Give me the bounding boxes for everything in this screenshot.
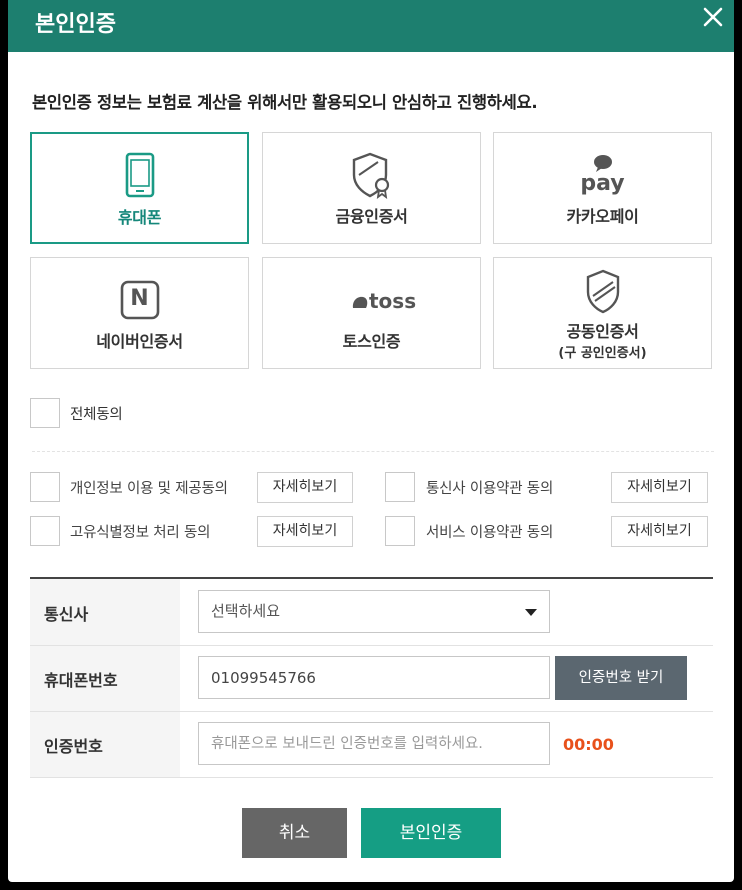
countdown-timer: 00:00: [563, 735, 614, 754]
carrier-terms-detail-button[interactable]: 자세히보기: [611, 472, 708, 503]
dialog-header: 본인인증: [8, 0, 734, 52]
agree-unique-id-label: 고유식별정보 처리 동의: [70, 525, 211, 541]
phone-label: 휴대폰번호: [44, 671, 118, 690]
dialog-title: 본인인증: [35, 12, 116, 37]
method-toss[interactable]: toss 토스인증: [262, 257, 481, 369]
shield-icon: [586, 269, 619, 314]
method-label: 공동인증서: [566, 322, 639, 341]
chevron-down-icon: [525, 609, 537, 616]
agree-service-terms-label: 서비스 이용약관 동의: [426, 525, 554, 541]
method-kakaopay[interactable]: pay 카카오페이: [493, 132, 712, 244]
toss-icon-text: toss: [369, 289, 417, 313]
divider: [32, 451, 714, 452]
agree-all-label: 전체동의: [70, 407, 123, 423]
verify-button[interactable]: 본인인증: [361, 808, 501, 858]
method-mobile[interactable]: 휴대폰: [30, 132, 249, 244]
method-label: 휴대폰: [117, 208, 162, 227]
phone-input[interactable]: [198, 656, 550, 699]
unique-id-detail-button[interactable]: 자세히보기: [257, 516, 353, 547]
method-financial-certificate[interactable]: 금융인증서: [262, 132, 481, 244]
close-icon[interactable]: [702, 6, 724, 28]
method-label: 토스인증: [342, 332, 401, 351]
method-label: 카카오페이: [566, 207, 639, 226]
carrier-select[interactable]: 선택하세요: [198, 590, 550, 633]
method-naver-certificate[interactable]: N 네이버인증서: [30, 257, 249, 369]
method-sublabel: (구 공인인증서): [558, 346, 647, 361]
agree-unique-id-checkbox[interactable]: [30, 516, 60, 546]
mobile-phone-icon: [125, 152, 154, 198]
method-label: 금융인증서: [335, 207, 408, 226]
code-label: 인증번호: [44, 737, 103, 756]
agree-carrier-terms-checkbox[interactable]: [385, 472, 415, 502]
kakaopay-icon-text: pay: [580, 171, 625, 196]
agree-privacy-checkbox[interactable]: [30, 472, 60, 502]
notice-text: 본인인증 정보는 보험료 계산을 위해서만 활용되오니 안심하고 진행하세요.: [32, 93, 538, 112]
method-joint-certificate[interactable]: 공동인증서 (구 공인인증서): [493, 257, 712, 369]
certificate-shield-icon: [352, 152, 389, 199]
agree-all-checkbox[interactable]: [30, 398, 60, 428]
privacy-detail-button[interactable]: 자세히보기: [257, 472, 353, 503]
carrier-select-value: 선택하세요: [211, 602, 281, 620]
identity-verification-dialog: 본인인증 본인인증 정보는 보험료 계산을 위해서만 활용되오니 안심하고 진행…: [8, 0, 734, 882]
cancel-button[interactable]: 취소: [242, 808, 347, 858]
service-terms-detail-button[interactable]: 자세히보기: [611, 516, 708, 547]
code-input[interactable]: [198, 722, 550, 765]
agree-carrier-terms-label: 통신사 이용약관 동의: [426, 481, 554, 497]
agree-service-terms-checkbox[interactable]: [385, 516, 415, 546]
row-divider: [30, 777, 713, 778]
row-divider: [30, 711, 713, 712]
row-divider: [30, 645, 713, 646]
request-code-button[interactable]: 인증번호 받기: [555, 656, 687, 700]
toss-icon: [352, 296, 368, 308]
carrier-label: 통신사: [44, 605, 89, 624]
agree-privacy-label: 개인정보 이용 및 제공동의: [70, 481, 228, 497]
naver-icon-text: N: [130, 286, 149, 311]
method-label: 네이버인증서: [96, 332, 183, 351]
